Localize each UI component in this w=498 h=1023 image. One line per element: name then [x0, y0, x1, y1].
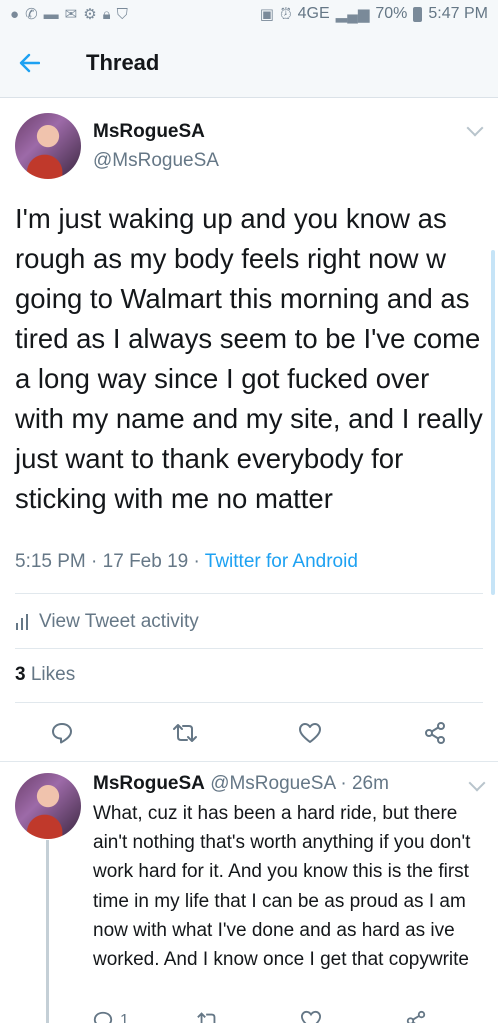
- divider: [15, 593, 483, 594]
- reply-count: 1: [120, 1012, 129, 1023]
- share-icon: [406, 1010, 426, 1023]
- divider: [15, 648, 483, 649]
- status-bar-system: ▣ ⏰︎ 4GE ▂▄▆ 70% 5:47 PM: [260, 5, 488, 23]
- shield-icon: ⛉: [116, 5, 128, 23]
- reply-actions: 1: [0, 1008, 498, 1023]
- share-button[interactable]: [421, 719, 449, 747]
- tweet-actions: [0, 714, 498, 752]
- retweet-icon: [173, 724, 197, 742]
- app-header: Thread: [0, 28, 498, 98]
- reply-avatar[interactable]: [15, 773, 81, 839]
- reply-header: MsRogueSA @MsRogueSA · 26m: [93, 773, 389, 795]
- battery-percent: 70%: [375, 5, 408, 22]
- page-title: Thread: [86, 49, 160, 75]
- likes-count: 3: [15, 664, 26, 685]
- avatar[interactable]: [15, 113, 81, 179]
- mail-icon: ✉: [64, 5, 78, 23]
- reply-menu-chevron-down-icon[interactable]: [468, 774, 486, 792]
- reply-age: 26m: [351, 773, 389, 794]
- settings-icon: ⚙: [83, 5, 97, 23]
- likes-label: Likes: [30, 664, 76, 685]
- meta-separator: ·: [91, 551, 103, 572]
- view-tweet-activity-button[interactable]: View Tweet activity: [15, 609, 199, 635]
- user-name[interactable]: MsRogueSA: [93, 121, 205, 143]
- reply-button[interactable]: [48, 719, 76, 747]
- meta-separator: ·: [193, 551, 205, 572]
- heart-icon: [300, 1010, 322, 1023]
- signal-icon: ▂▄▆: [335, 5, 370, 23]
- cast-icon: ▣: [259, 5, 274, 23]
- clock: 5:47 PM: [428, 5, 488, 22]
- tweet-meta: 5:15 PM · 17 Feb 19 · Twitter for Androi…: [15, 551, 358, 573]
- lock-icon: 🔒︎: [102, 5, 111, 23]
- likes-count-link[interactable]: 3 Likes: [15, 664, 75, 686]
- retweet-button[interactable]: [171, 719, 199, 747]
- chat-icon: ●: [10, 5, 20, 23]
- tweet-source-link[interactable]: Twitter for Android: [205, 551, 358, 572]
- missed-call-icon: ✆: [25, 5, 38, 23]
- tweet-menu-chevron-down-icon[interactable]: [466, 119, 484, 137]
- reply-like-button[interactable]: [300, 1010, 322, 1023]
- voicemail-icon: ▬: [43, 5, 59, 23]
- reply-icon: [52, 723, 72, 744]
- tweet-text: I'm just waking up and you know as rough…: [15, 203, 483, 514]
- status-bar: ● ✆ ▬ ✉ ⚙ 🔒︎ ⛉ ▣ ⏰︎ 4GE ▂▄▆ 70% 5:47 PM: [0, 0, 498, 28]
- share-icon: [425, 722, 445, 744]
- like-button[interactable]: [296, 719, 324, 747]
- reply-share-button[interactable]: [405, 1010, 427, 1023]
- divider: [15, 702, 483, 703]
- meta-separator: ·: [335, 773, 352, 794]
- status-bar-notifications: ● ✆ ▬ ✉ ⚙ 🔒︎ ⛉: [10, 7, 128, 22]
- reply-icon: [93, 1011, 113, 1023]
- alarm-icon: ⏰︎: [279, 5, 292, 23]
- retweet-icon: [197, 1012, 216, 1023]
- activity-label: View Tweet activity: [39, 611, 199, 632]
- back-button[interactable]: [0, 28, 58, 98]
- section-divider: [0, 761, 498, 762]
- back-arrow-icon: [19, 53, 40, 72]
- heart-icon: [299, 723, 321, 743]
- reply-retweet-button[interactable]: [196, 1010, 220, 1023]
- reply-text: What, cuz it has been a hard ride, but t…: [93, 803, 471, 971]
- reply-user-name[interactable]: MsRogueSA: [93, 773, 205, 794]
- reply-user-handle[interactable]: @MsRogueSA: [210, 773, 335, 794]
- reply-reply-button[interactable]: 1: [92, 1010, 129, 1023]
- user-handle[interactable]: @MsRogueSA: [93, 150, 219, 172]
- scrollbar[interactable]: [491, 250, 495, 595]
- thread-connector-line: [46, 840, 49, 1023]
- tweet-date: 17 Feb 19: [102, 551, 189, 572]
- battery-icon: [413, 6, 423, 22]
- network-type: 4GE: [297, 5, 330, 22]
- tweet-time: 5:15 PM: [15, 551, 86, 572]
- bar-chart-icon: [16, 614, 28, 630]
